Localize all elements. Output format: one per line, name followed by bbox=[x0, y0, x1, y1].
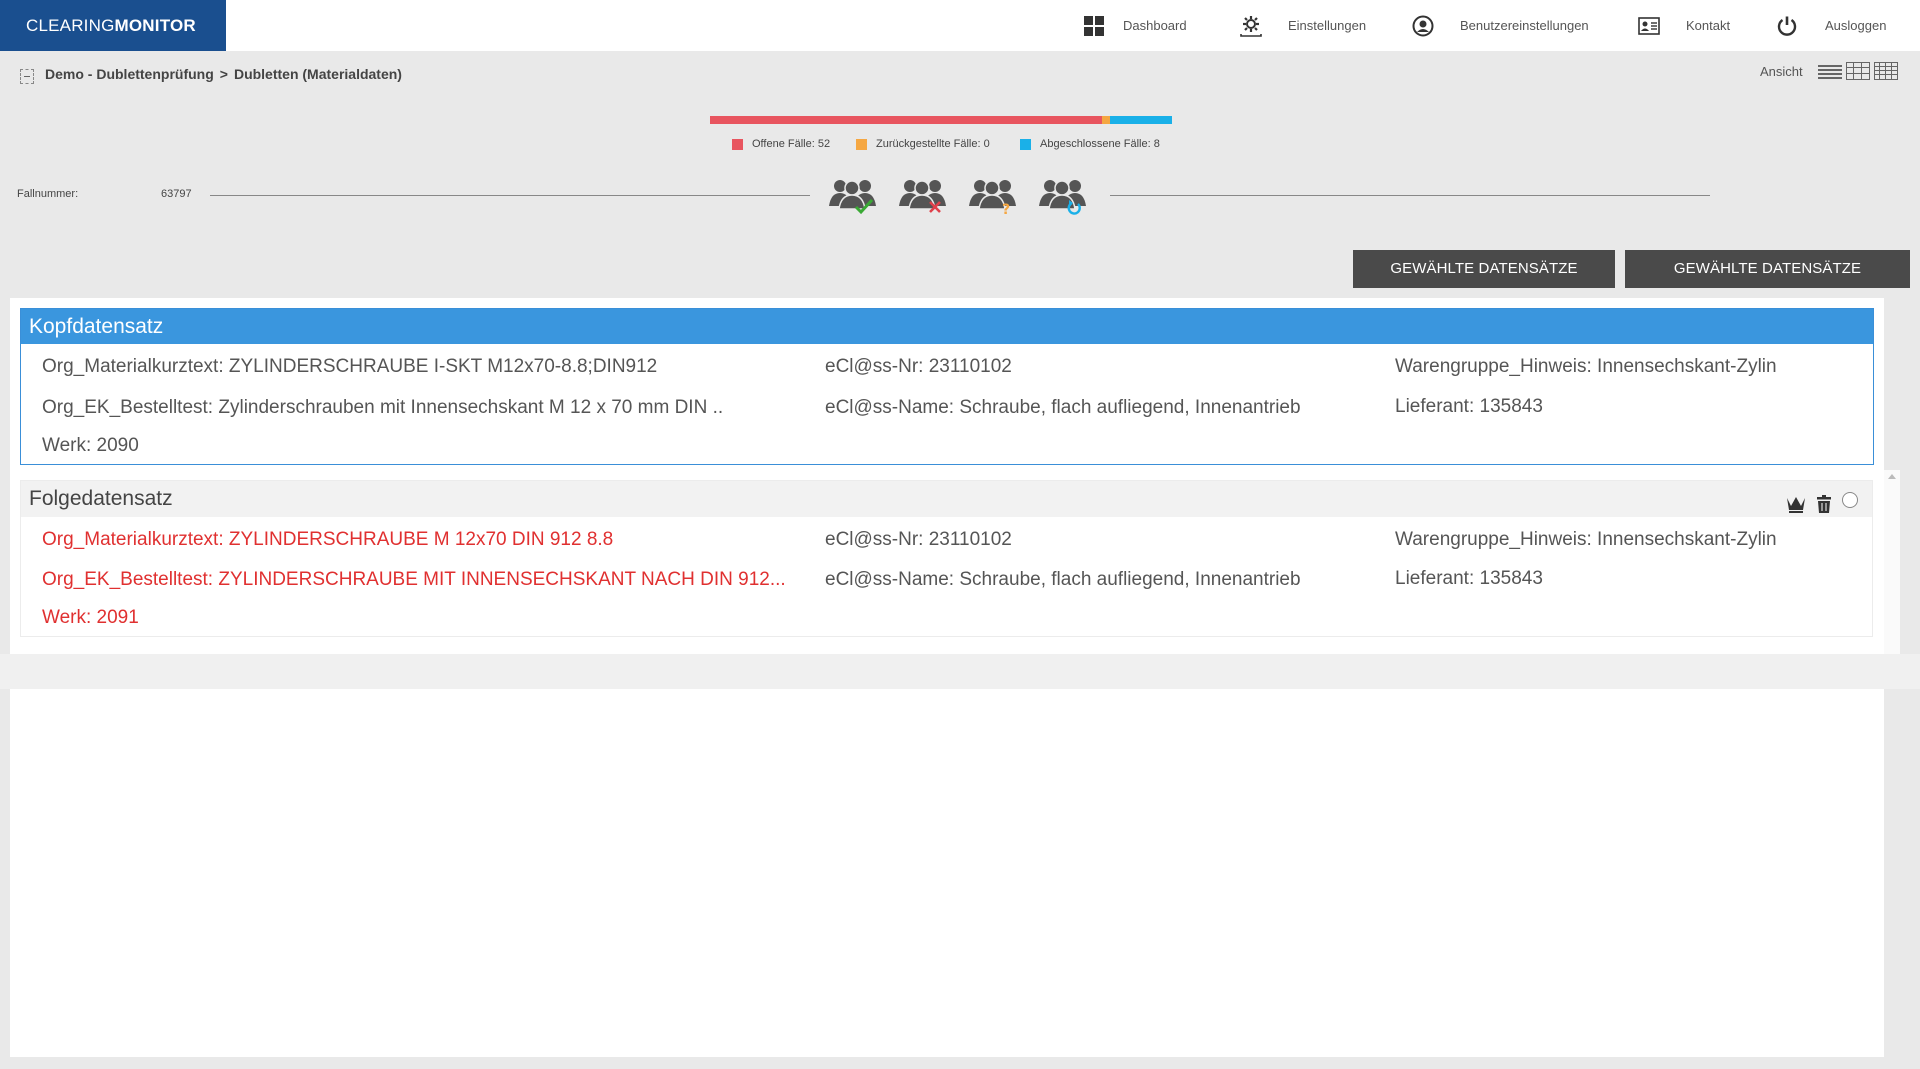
head-eclass-nr: eCl@ss-Nr: 23110102 bbox=[825, 356, 1012, 377]
progress-closed-segment bbox=[1110, 116, 1172, 124]
follow-record-header: Folgedatensatz bbox=[21, 481, 1872, 517]
follow-goods-group: Warengruppe_Hinweis: Innensechskant-Zyli… bbox=[1395, 529, 1777, 550]
head-order-text: Org_EK_Bestelltest: Zylinderschrauben mi… bbox=[42, 397, 724, 418]
svg-text:?: ? bbox=[1002, 202, 1010, 216]
view-dense-grid-icon[interactable] bbox=[1874, 62, 1898, 80]
breadcrumb-separator: > bbox=[219, 66, 228, 82]
follow-record-card: Folgedatensatz Org_Materialkurztext: ZYL… bbox=[20, 480, 1873, 637]
content-separator bbox=[0, 654, 1920, 689]
follow-eclass-nr: eCl@ss-Nr: 23110102 bbox=[825, 529, 1012, 550]
nav-contact[interactable]: Kontakt bbox=[1638, 0, 1730, 51]
select-radio[interactable] bbox=[1842, 492, 1858, 508]
case-number-value: 63797 bbox=[161, 188, 192, 200]
nav-settings[interactable]: Einstellungen bbox=[1240, 0, 1366, 51]
crown-icon[interactable] bbox=[1786, 490, 1806, 513]
dashboard-icon bbox=[1083, 15, 1105, 37]
follow-record-title: Folgedatensatz bbox=[29, 487, 173, 510]
head-goods-group: Warengruppe_Hinweis: Innensechskant-Zyli… bbox=[1395, 356, 1777, 377]
progress-open-segment bbox=[710, 116, 1102, 124]
nav-dashboard-label: Dashboard bbox=[1123, 18, 1187, 33]
settings-gear-icon bbox=[1240, 15, 1262, 37]
users-question-icon[interactable]: ? bbox=[968, 176, 1020, 218]
trash-icon[interactable] bbox=[1814, 490, 1834, 513]
nav-user-settings-label: Benutzereinstellungen bbox=[1460, 18, 1589, 33]
legend-deferred: Zurückgestellte Fälle: 0 bbox=[856, 138, 990, 150]
logo-light-text: CLEARING bbox=[26, 16, 115, 35]
records-scrollbar[interactable] bbox=[1884, 470, 1900, 654]
follow-eclass-name: eCl@ss-Name: Schraube, flach aufliegend,… bbox=[825, 569, 1301, 590]
nav-contact-label: Kontakt bbox=[1686, 18, 1731, 33]
delete-selected-button[interactable]: GEWÄHLTE DATENSÄTZE LÖSCHEN bbox=[1353, 250, 1615, 315]
nav-settings-label: Einstellungen bbox=[1288, 18, 1367, 33]
nav-logout[interactable]: Ausloggen bbox=[1776, 0, 1886, 51]
app-logo[interactable]: CLEARINGMONITOR bbox=[0, 0, 226, 51]
legend-open-text: Offene Fälle: 52 bbox=[752, 138, 831, 150]
view-list-icon[interactable] bbox=[1818, 62, 1842, 80]
legend-closed-text: Abgeschlossene Fälle: 8 bbox=[1040, 138, 1160, 150]
progress-deferred-segment bbox=[1102, 116, 1110, 124]
legend-open: Offene Fälle: 52 bbox=[732, 138, 830, 150]
collapse-icon[interactable] bbox=[20, 69, 34, 84]
logo-bold-text: MONITOR bbox=[114, 16, 196, 35]
follow-order-text: Org_EK_Bestelltest: ZYLINDERSCHRAUBE MIT… bbox=[42, 569, 786, 590]
divider-left bbox=[210, 195, 810, 196]
legend-open-swatch bbox=[732, 138, 743, 150]
breadcrumb: Demo - Dublettenprüfung > Dubletten (Mater… bbox=[45, 66, 402, 82]
head-plant: Werk: 2090 bbox=[42, 435, 139, 456]
contact-card-icon bbox=[1638, 15, 1660, 37]
breadcrumb-project[interactable]: Demo - Dublettenprüfung bbox=[45, 66, 214, 82]
users-reject-icon[interactable] bbox=[898, 176, 950, 216]
nav-logout-label: Ausloggen bbox=[1825, 18, 1887, 33]
top-bar: CLEARINGMONITOR Dashboard Einstellungen … bbox=[0, 0, 1920, 51]
head-material-short: Org_Materialkurztext: ZYLINDERSCHRAUBE I… bbox=[42, 356, 658, 377]
legend-closed-swatch bbox=[1020, 138, 1031, 150]
follow-plant: Werk: 2091 bbox=[42, 607, 139, 628]
group-selected-button[interactable]: GEWÄHLTE DATENSÄTZE GRUPPIEREN bbox=[1625, 250, 1910, 315]
follow-supplier: Lieferant: 135843 bbox=[1395, 568, 1543, 589]
users-reset-icon[interactable] bbox=[1038, 176, 1090, 216]
head-record-card: Kopfdatensatz Org_Materialkurztext: ZYLI… bbox=[20, 308, 1874, 465]
view-grid-icon[interactable] bbox=[1846, 62, 1870, 80]
power-icon bbox=[1776, 15, 1798, 37]
users-check-icon[interactable] bbox=[828, 176, 880, 216]
view-label: Ansicht bbox=[1760, 64, 1803, 79]
case-progress-bar bbox=[710, 116, 1172, 124]
legend-deferred-text: Zurückgestellte Fälle: 0 bbox=[876, 138, 990, 150]
head-eclass-name: eCl@ss-Name: Schraube, flach aufliegend,… bbox=[825, 397, 1301, 418]
legend-deferred-swatch bbox=[856, 138, 867, 150]
divider-right bbox=[1110, 195, 1710, 196]
nav-user-settings[interactable]: Benutzereinstellungen bbox=[1412, 0, 1589, 51]
lower-panel bbox=[10, 689, 1884, 1057]
follow-material-short: Org_Materialkurztext: ZYLINDERSCHRAUBE M… bbox=[42, 529, 614, 550]
user-circle-icon bbox=[1412, 15, 1434, 37]
head-record-title: Kopfdatensatz bbox=[21, 309, 1873, 344]
breadcrumb-current: Dubletten (Materialdaten) bbox=[233, 66, 402, 82]
nav-dashboard[interactable]: Dashboard bbox=[1083, 0, 1187, 51]
case-number-label: Fallnummer: bbox=[17, 188, 79, 200]
head-supplier: Lieferant: 135843 bbox=[1395, 396, 1543, 417]
legend-closed: Abgeschlossene Fälle: 8 bbox=[1020, 138, 1160, 150]
